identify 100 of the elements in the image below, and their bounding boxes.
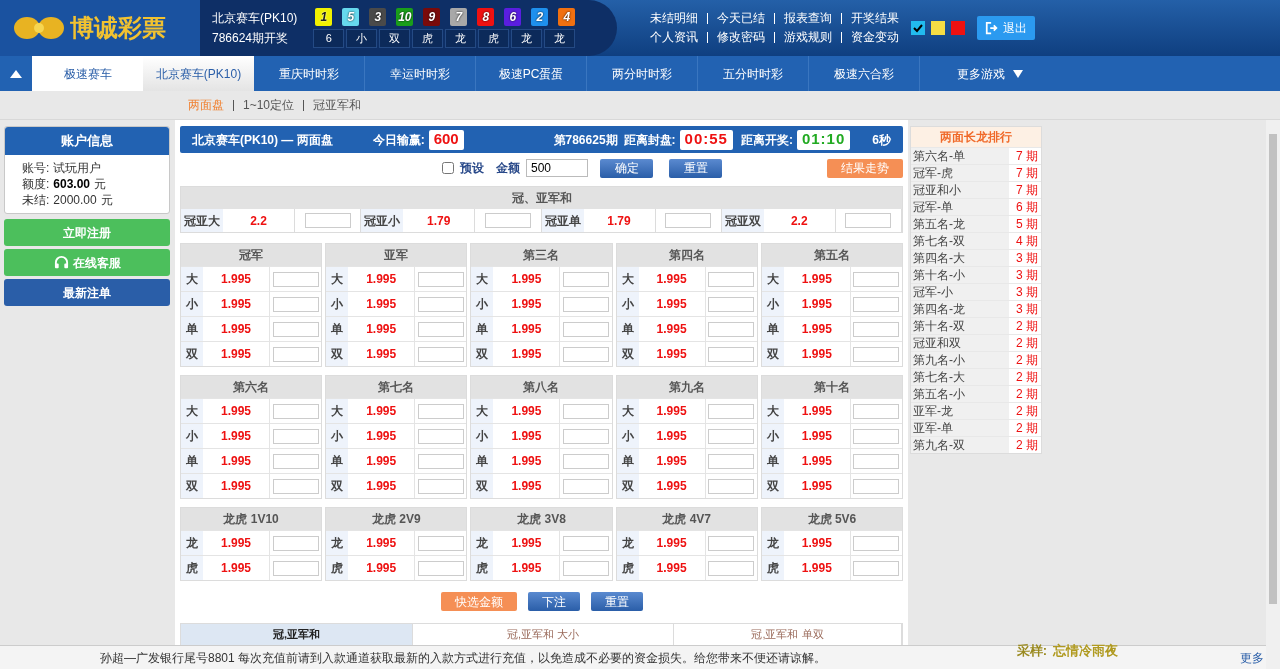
bet-amount-field[interactable] [853, 535, 900, 551]
game-tab[interactable]: 极速PC蛋蛋 [476, 56, 587, 91]
bet-amount-field[interactable] [417, 428, 464, 444]
bet-amount-field[interactable] [417, 346, 464, 362]
header-link[interactable]: 修改密码 [717, 28, 765, 47]
bet-button[interactable]: 下注 [527, 592, 580, 611]
bet-amount-field[interactable] [853, 321, 900, 337]
odds-value: 1.995 [221, 321, 251, 338]
ranking-name: 第九名-双 [911, 437, 1009, 453]
bet-amount-field[interactable] [272, 478, 319, 494]
bet-amount-field[interactable] [853, 560, 900, 576]
section-header: 冠、亚军和 [181, 187, 902, 209]
bet-amount-field[interactable] [853, 403, 900, 419]
bet-amount-field[interactable] [708, 403, 755, 419]
bet-amount-field[interactable] [708, 296, 755, 312]
game-tab[interactable]: 极速六合彩 [809, 56, 920, 91]
bet-label: 大 [616, 267, 639, 291]
play-mode-tab[interactable]: 冠亚军和 [313, 96, 362, 114]
game-tab[interactable]: 北京赛车(PK10) [143, 56, 254, 91]
bet-amount-field[interactable] [708, 271, 755, 287]
header-link[interactable]: 今天已结 [717, 9, 765, 28]
bet-amount-field[interactable] [272, 535, 319, 551]
more-games-button[interactable]: 更多游戏 [920, 56, 1060, 91]
bet-amount-field[interactable] [708, 560, 755, 576]
bet-amount-field[interactable] [563, 453, 609, 469]
game-tab[interactable]: 五分时时彩 [698, 56, 809, 91]
theme-swatch[interactable] [911, 21, 925, 35]
bet-amount-field[interactable] [853, 478, 900, 494]
bet-amount-field[interactable] [708, 428, 755, 444]
bet-label: 单 [761, 449, 784, 473]
game-tab[interactable]: 重庆时时彩 [254, 56, 365, 91]
bet-amount-field[interactable] [304, 213, 351, 228]
bet-amount-field[interactable] [417, 560, 464, 576]
bet-amount-field[interactable] [853, 271, 900, 287]
header-link[interactable]: 资金变动 [851, 28, 899, 47]
bet-amount-field[interactable] [708, 535, 755, 551]
bet-amount-field[interactable] [708, 346, 755, 362]
play-mode-tab[interactable]: 1~10定位 [243, 96, 295, 114]
bet-amount-field[interactable] [272, 403, 319, 419]
bet-amount-field[interactable] [272, 321, 319, 337]
bet-amount-field[interactable] [563, 560, 609, 576]
more-link[interactable]: 更多 [1240, 648, 1264, 667]
header-link[interactable]: 报表查询 [784, 9, 832, 28]
bet-amount-field[interactable] [853, 453, 900, 469]
bet-amount-field[interactable] [708, 321, 755, 337]
game-tab[interactable]: 两分时时彩 [587, 56, 698, 91]
bet-amount-field[interactable] [417, 535, 464, 551]
reset-button[interactable]: 重置 [669, 158, 722, 178]
bet-amount-field[interactable] [563, 428, 609, 444]
bet-amount-field[interactable] [272, 296, 319, 312]
reset-button[interactable]: 重置 [590, 592, 643, 611]
bet-amount-field[interactable] [417, 296, 464, 312]
bet-amount-field[interactable] [853, 428, 900, 444]
bet-amount-field[interactable] [272, 453, 319, 469]
scrollbar[interactable] [1266, 120, 1280, 669]
ranking-name: 第九名-小 [911, 352, 1009, 368]
bet-amount-field[interactable] [563, 403, 609, 419]
bet-amount-field[interactable] [417, 321, 464, 337]
bet-amount-field[interactable] [484, 213, 531, 228]
bet-amount-field[interactable] [563, 271, 609, 287]
game-tab[interactable]: 极速赛车 [32, 56, 143, 91]
bet-amount-field[interactable] [563, 478, 609, 494]
bet-amount-field[interactable] [272, 346, 319, 362]
bet-amount-field[interactable] [853, 346, 900, 362]
bet-amount-field[interactable] [272, 271, 319, 287]
bet-amount-field[interactable] [665, 213, 712, 228]
sidebar-button[interactable]: 最新注单 [4, 279, 170, 306]
bet-amount-field[interactable] [417, 453, 464, 469]
bet-label: 小 [616, 424, 639, 448]
confirm-button[interactable]: 确定 [600, 158, 653, 178]
header-link[interactable]: 未结明细 [650, 9, 698, 28]
bet-amount-field[interactable] [563, 321, 609, 337]
bet-amount-field[interactable] [563, 296, 609, 312]
theme-swatch[interactable] [931, 21, 945, 35]
bet-amount-field[interactable] [845, 213, 892, 228]
bet-amount-field[interactable] [272, 560, 319, 576]
bet-amount-field[interactable] [417, 478, 464, 494]
bet-label: 双 [181, 474, 203, 498]
bet-amount-field[interactable] [417, 403, 464, 419]
bet-amount-field[interactable] [853, 296, 900, 312]
bet-amount-field[interactable] [272, 428, 319, 444]
bet-amount-field[interactable] [708, 453, 755, 469]
ranking-count: 3 期 [1015, 267, 1039, 283]
ranking-name: 第五名-龙 [911, 216, 1009, 232]
draw-countdown: 01:10 [796, 129, 851, 150]
bet-amount-field[interactable] [708, 478, 755, 494]
game-tab[interactable]: 幸运时时彩 [365, 56, 476, 91]
header-link[interactable]: 个人资讯 [650, 28, 698, 47]
field-value: 试玩用户 [53, 160, 102, 176]
theme-swatch[interactable] [951, 21, 965, 35]
bet-amount-field[interactable] [417, 271, 464, 287]
bet-label: 小 [616, 292, 639, 316]
collapse-icon[interactable] [10, 69, 22, 78]
preset-checkbox[interactable] [442, 162, 454, 174]
amount-field[interactable]: 500 [526, 159, 588, 177]
bet-amount-field[interactable] [563, 346, 609, 362]
header-link[interactable]: 开奖结果 [851, 9, 899, 28]
bet-amount-field[interactable] [563, 535, 609, 551]
result-tab[interactable]: 冠,亚军和 [181, 624, 413, 645]
header-link[interactable]: 游戏规则 [784, 28, 832, 47]
